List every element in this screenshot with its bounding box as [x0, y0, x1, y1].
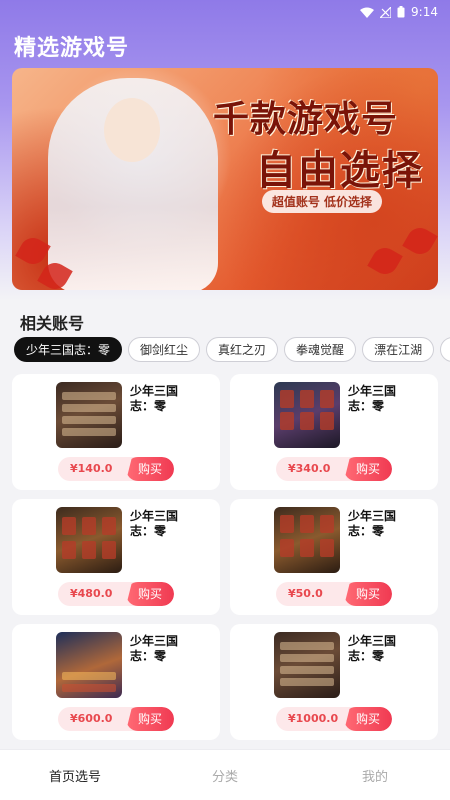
account-thumbnail — [56, 632, 122, 698]
account-card[interactable]: 少年三国志：零 ¥480.0 购买 — [12, 499, 220, 615]
account-grid: 少年三国志：零 ¥140.0 购买 少年三国志：零 ¥340.0 购买 少年三国… — [12, 374, 438, 740]
account-title: 少年三国志：零 — [348, 634, 397, 663]
buy-button[interactable]: 购买 — [344, 457, 392, 481]
tag-chip[interactable]: 少年三国志：零 — [14, 337, 123, 362]
account-price: ¥480.0 — [70, 587, 113, 600]
maple-leaf-decoration — [15, 233, 51, 269]
account-card[interactable]: 少年三国志：零 ¥140.0 购买 — [12, 374, 220, 490]
signal-icon — [380, 6, 392, 18]
nav-category[interactable]: 分类 — [150, 766, 300, 785]
account-card[interactable]: 少年三国志：零 ¥600.0 购买 — [12, 624, 220, 740]
nav-home[interactable]: 首页选号 — [0, 766, 150, 785]
wifi-icon — [360, 7, 375, 18]
promo-banner[interactable]: 千款游戏号 自由选择 超值账号 低价选择 — [12, 68, 438, 290]
price-buy-bar: ¥50.0 购买 — [276, 582, 392, 606]
banner-headline-1: 千款游戏号 — [212, 98, 398, 140]
account-price: ¥140.0 — [70, 462, 113, 475]
price-buy-bar: ¥340.0 购买 — [276, 457, 392, 481]
section-title: 相关账号 — [20, 314, 85, 333]
maple-leaf-decoration — [367, 243, 403, 279]
price-buy-bar: ¥1000.0 购买 — [276, 707, 392, 731]
account-thumbnail — [274, 507, 340, 573]
account-price: ¥600.0 — [70, 712, 113, 725]
account-title: 少年三国志：零 — [348, 509, 397, 538]
tag-chip[interactable]: 御剑红尘 — [128, 337, 201, 362]
account-price: ¥50.0 — [288, 587, 323, 600]
account-thumbnail — [274, 382, 340, 448]
page-title: 精选游戏号 — [14, 36, 130, 61]
buy-button[interactable]: 购买 — [344, 582, 392, 606]
account-price: ¥1000.0 — [288, 712, 339, 725]
tag-chip[interactable]: 漂在江湖 — [362, 337, 435, 362]
banner-subtitle: 超值账号 低价选择 — [261, 190, 382, 213]
buy-button[interactable]: 购买 — [344, 707, 392, 731]
account-card[interactable]: 少年三国志：零 ¥1000.0 购买 — [230, 624, 438, 740]
account-title: 少年三国志：零 — [130, 634, 179, 663]
tag-chip[interactable]: 放置 — [440, 337, 450, 362]
account-price: ¥340.0 — [288, 462, 331, 475]
price-buy-bar: ¥600.0 购买 — [58, 707, 174, 731]
account-thumbnail — [274, 632, 340, 698]
account-title: 少年三国志：零 — [348, 384, 397, 413]
price-buy-bar: ¥480.0 购买 — [58, 582, 174, 606]
battery-icon — [397, 6, 405, 18]
banner-headline-2: 自由选择 — [256, 147, 424, 194]
buy-button[interactable]: 购买 — [126, 457, 174, 481]
status-time: 9:14 — [411, 5, 438, 19]
game-tag-list: 少年三国志：零 御剑红尘 真红之刃 拳魂觉醒 漂在江湖 放置 — [14, 337, 450, 363]
status-bar: 9:14 — [0, 0, 450, 24]
account-title: 少年三国志：零 — [130, 509, 179, 538]
buy-button[interactable]: 购买 — [126, 582, 174, 606]
bottom-navigation: 首页选号 分类 我的 — [0, 750, 450, 800]
account-card[interactable]: 少年三国志：零 ¥50.0 购买 — [230, 499, 438, 615]
tag-chip[interactable]: 真红之刃 — [206, 337, 279, 362]
price-buy-bar: ¥140.0 购买 — [58, 457, 174, 481]
account-thumbnail — [56, 382, 122, 448]
nav-profile[interactable]: 我的 — [300, 766, 450, 785]
account-thumbnail — [56, 507, 122, 573]
maple-leaf-decoration — [402, 223, 438, 259]
tag-chip[interactable]: 拳魂觉醒 — [284, 337, 357, 362]
account-card[interactable]: 少年三国志：零 ¥340.0 购买 — [230, 374, 438, 490]
banner-character-head — [104, 98, 160, 162]
account-title: 少年三国志：零 — [130, 384, 179, 413]
buy-button[interactable]: 购买 — [126, 707, 174, 731]
